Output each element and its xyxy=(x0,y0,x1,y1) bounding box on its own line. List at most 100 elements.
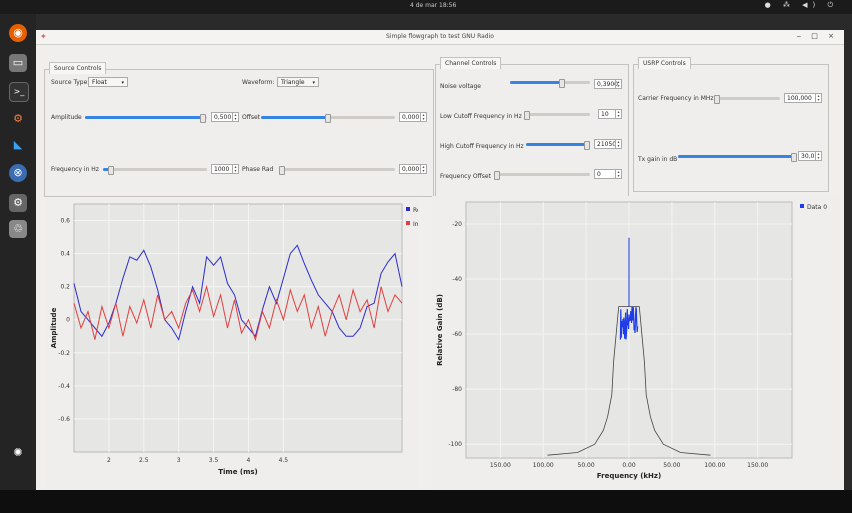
x-axis-label: Frequency (kHz) xyxy=(597,472,661,480)
x-axis-label: Time (ms) xyxy=(218,468,258,476)
amplitude-spinbox[interactable]: 0,500 ▴ ▾ xyxy=(211,112,239,122)
frequency-offset-label: Frequency Offset xyxy=(440,173,491,180)
low-cutoff-value: 10 xyxy=(601,111,609,118)
y-tick-label: -0.2 xyxy=(58,350,70,357)
high-cutoff-value: 21050 xyxy=(597,141,617,148)
trash-icon[interactable]: ♲ xyxy=(9,220,27,238)
legend-swatch xyxy=(406,221,410,225)
carrier-frequency-slider[interactable] xyxy=(714,95,780,104)
time-chart[interactable]: 2 2.5 3 3.5 4 4.5 0.6 0.4 0.2 0 -0.2 -0.4 -0.6 Real Im… xyxy=(46,198,428,488)
freq-sink-plot[interactable]: 150.00 100.00 50.00 0.00 50.00 100.00 150.00 -2… xyxy=(432,196,840,490)
carrier-frequency-spinbox[interactable]: 100,000 ▴ ▾ xyxy=(784,93,822,103)
high-cutoff-spinbox[interactable]: 21050 ▴ ▾ xyxy=(594,139,622,149)
y-tick-label: -80 xyxy=(452,386,462,393)
slider-handle[interactable] xyxy=(790,153,797,162)
offset-slider[interactable] xyxy=(261,114,395,123)
chevron-down-icon: ▾ xyxy=(121,80,124,86)
spin-arrows-icon[interactable]: ▴ ▾ xyxy=(615,170,621,178)
app-window: ✦ Simple flowgraph to test GNU Radio ‒ □… xyxy=(36,30,844,490)
slider-handle[interactable] xyxy=(108,166,115,175)
low-cutoff-spinbox[interactable]: 10 ▴ ▾ xyxy=(598,109,622,119)
source-type-value: Float xyxy=(92,79,107,86)
help-icon[interactable]: ⊗ xyxy=(9,164,27,182)
spin-arrows-icon[interactable]: ▴ ▾ xyxy=(232,113,238,121)
slider-handle[interactable] xyxy=(559,79,565,88)
spin-arrows-icon[interactable]: ▴ ▾ xyxy=(615,80,621,88)
y-tick-label: 0 xyxy=(66,317,70,324)
spin-arrows-icon[interactable]: ▴ ▾ xyxy=(815,94,821,102)
x-tick-label: 2 xyxy=(107,457,111,464)
offset-value: 0,000 xyxy=(402,114,420,121)
window-title: Simple flowgraph to test GNU Radio xyxy=(386,33,494,40)
source-type-label: Source Type: xyxy=(51,79,90,86)
freq-chart[interactable]: 150.00 100.00 50.00 0.00 50.00 100.00 150.00 -2… xyxy=(432,196,840,490)
spin-arrows-icon[interactable]: ▴ ▾ xyxy=(615,110,621,118)
firefox-icon[interactable]: ◉ xyxy=(9,24,27,42)
x-tick-label: 3 xyxy=(177,457,181,464)
slider-handle[interactable] xyxy=(714,95,720,104)
waveform-label: Waveform: xyxy=(242,79,275,86)
time-sink-plot[interactable]: 2 2.5 3 3.5 4 4.5 0.6 0.4 0.2 0 -0.2 -0.4 -0.6 Real Im… xyxy=(46,198,428,488)
tx-gain-slider[interactable] xyxy=(678,153,797,162)
channel-controls-group: Channel Controls Noise voltage 0,3900 ▴ ▾ … xyxy=(435,57,629,197)
window-controls[interactable]: ‒ □ × xyxy=(797,32,838,40)
noise-voltage-slider[interactable] xyxy=(510,79,590,88)
slider-handle[interactable] xyxy=(200,114,207,123)
chevron-down-icon: ▾ xyxy=(312,80,315,86)
slider-handle[interactable] xyxy=(494,171,500,180)
slider-handle[interactable] xyxy=(584,141,591,150)
high-cutoff-slider[interactable] xyxy=(526,141,591,150)
offset-spinbox[interactable]: 0,000 ▴ ▾ xyxy=(399,112,427,122)
source-controls-group: Source Controls Source Type: Float ▾ Wave… xyxy=(44,62,434,197)
slider-fill xyxy=(526,143,588,146)
spin-arrows-icon[interactable]: ▴ ▾ xyxy=(420,165,426,173)
terminal-icon[interactable]: >_ xyxy=(9,82,29,102)
slider-handle[interactable] xyxy=(325,114,331,123)
window-titlebar[interactable]: ✦ Simple flowgraph to test GNU Radio ‒ □… xyxy=(36,30,844,45)
spin-arrows-icon[interactable]: ▴ ▾ xyxy=(420,113,426,121)
slider-handle[interactable] xyxy=(279,166,285,175)
frequency-offset-spinbox[interactable]: 0 ▴ ▾ xyxy=(594,169,622,179)
frequency-slider[interactable] xyxy=(103,166,207,175)
gnuradio-icon[interactable]: ⚙ xyxy=(9,110,27,128)
tx-gain-label: Tx gain in dB xyxy=(638,156,678,163)
system-tray[interactable]: ● ⁂ ◀) ⏻ xyxy=(765,1,838,10)
tab-usrp-controls[interactable]: USRP Controls xyxy=(638,57,691,69)
vscode-icon[interactable]: ◣ xyxy=(9,136,27,154)
phase-label: Phase Rad xyxy=(242,166,274,173)
spin-arrows-icon[interactable]: ▴ ▾ xyxy=(815,152,821,160)
x-tick-label: 2.5 xyxy=(139,457,149,464)
spin-arrows-icon[interactable]: ▴ ▾ xyxy=(615,140,621,148)
tx-gain-spinbox[interactable]: 30,0 ▴ ▾ xyxy=(798,151,822,161)
frequency-offset-slider[interactable] xyxy=(494,171,590,180)
y-tick-label: 0.2 xyxy=(60,284,70,291)
source-type-select[interactable]: Float ▾ xyxy=(88,77,128,87)
phase-spinbox[interactable]: 0,000 ▴ ▾ xyxy=(399,164,427,174)
amplitude-slider[interactable] xyxy=(85,114,207,123)
carrier-frequency-label: Carrier Frequency in MHz xyxy=(638,95,714,102)
frequency-value: 1000 xyxy=(214,166,230,173)
waveform-select[interactable]: Triangle ▾ xyxy=(277,77,319,87)
y-tick-label: 0.6 xyxy=(60,218,70,225)
system-clock[interactable]: 4 de mar 18:56 xyxy=(410,2,456,9)
slider-handle[interactable] xyxy=(524,111,530,120)
amplitude-label: Amplitude xyxy=(51,114,82,121)
y-tick-label: -60 xyxy=(452,331,462,338)
frequency-spinbox[interactable]: 1000 ▴ ▾ xyxy=(211,164,239,174)
x-tick-label: 100.00 xyxy=(704,462,725,469)
files-icon[interactable]: ▭ xyxy=(9,54,27,72)
legend-swatch xyxy=(406,207,410,211)
noise-voltage-spinbox[interactable]: 0,3900 ▴ ▾ xyxy=(594,79,622,89)
show-apps-icon[interactable]: ✺ xyxy=(9,444,27,462)
y-tick-label: -0.4 xyxy=(58,383,70,390)
tab-source-controls[interactable]: Source Controls xyxy=(49,62,107,74)
settings-icon[interactable]: ⚙ xyxy=(9,194,27,212)
y-tick-label: -20 xyxy=(452,221,462,228)
tab-channel-controls[interactable]: Channel Controls xyxy=(440,57,502,69)
x-tick-label: 0.00 xyxy=(622,462,636,469)
y-tick-label: -100 xyxy=(448,441,462,448)
phase-slider[interactable] xyxy=(279,166,395,175)
low-cutoff-slider[interactable] xyxy=(524,111,590,120)
plot-area xyxy=(73,203,403,453)
spin-arrows-icon[interactable]: ▴ ▾ xyxy=(232,165,238,173)
